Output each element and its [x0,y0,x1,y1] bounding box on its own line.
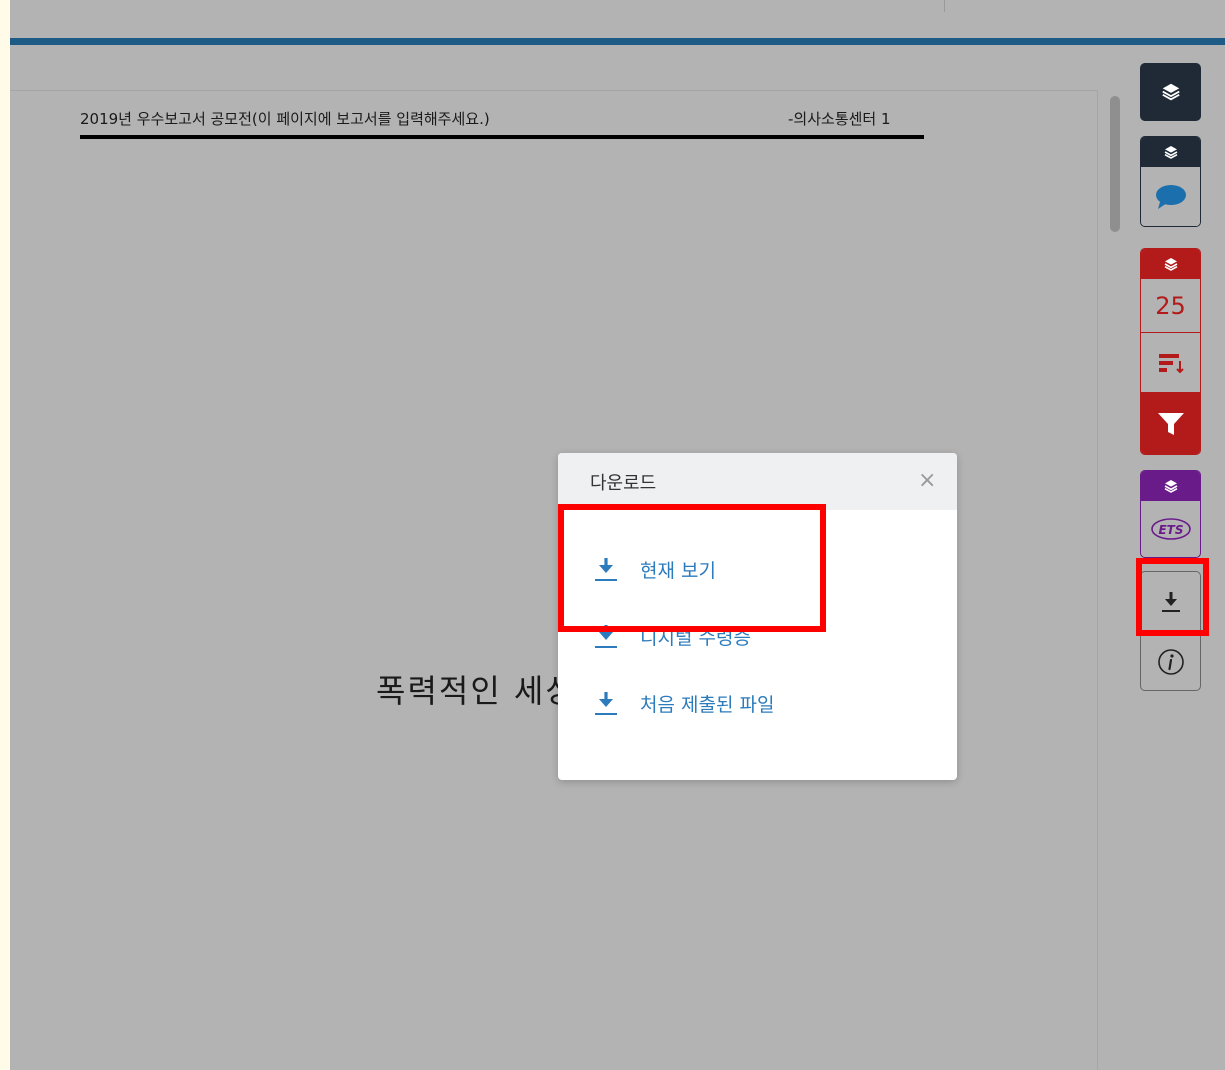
filter-icon [1156,411,1186,437]
scrollbar-thumb[interactable] [1110,96,1120,232]
download-option-label: 처음 제출된 파일 [640,693,775,716]
doc-header-rule [80,135,924,139]
sort-icon [1157,351,1185,375]
comments-panel-group [1140,136,1201,227]
similarity-score: 25 [1155,291,1186,320]
highlight-box-current-view [558,504,826,632]
comment-icon [1155,184,1187,210]
download-dialog-title: 다운로드 [590,473,657,494]
similarity-group-header[interactable] [1141,249,1200,279]
doc-title: 폭력적인 세상 [376,672,577,710]
ets-icon: ETS [1149,516,1193,542]
layers-icon [1163,256,1179,272]
match-overview-button[interactable] [1141,333,1200,393]
similarity-panel-group: 25 [1140,248,1201,455]
download-dialog-header: 다운로드 × [558,453,957,510]
download-original-file-option[interactable]: 처음 제출된 파일 [594,688,774,718]
comments-group-header[interactable] [1141,137,1200,167]
scrollbar-track[interactable] [1108,90,1122,1070]
ets-label: ETS [1158,523,1183,537]
etsr-panel-group: ETS [1140,470,1201,558]
similarity-score-button[interactable]: 25 [1141,279,1200,333]
doc-header-right: -의사소통센터 1 [788,110,891,128]
doc-header-left: 2019년 우수보고서 공모전(이 페이지에 보고서를 입력해주세요.) [80,110,490,128]
top-accent-bar [10,38,1225,45]
ets-group-header[interactable] [1141,471,1200,501]
download-icon [594,688,618,718]
comments-button[interactable] [1141,167,1200,226]
top-strip [10,0,1225,38]
info-icon [1157,648,1185,676]
highlight-box-download-button [1136,558,1209,636]
close-icon[interactable]: × [918,468,936,493]
layers-button[interactable] [1140,63,1201,121]
layers-icon [1163,144,1179,160]
layers-icon [1160,81,1182,103]
info-button[interactable] [1141,632,1200,690]
ets-button[interactable]: ETS [1141,501,1200,557]
toolbar-divider [944,0,945,12]
filter-button[interactable] [1141,393,1200,454]
layers-icon [1163,478,1179,494]
